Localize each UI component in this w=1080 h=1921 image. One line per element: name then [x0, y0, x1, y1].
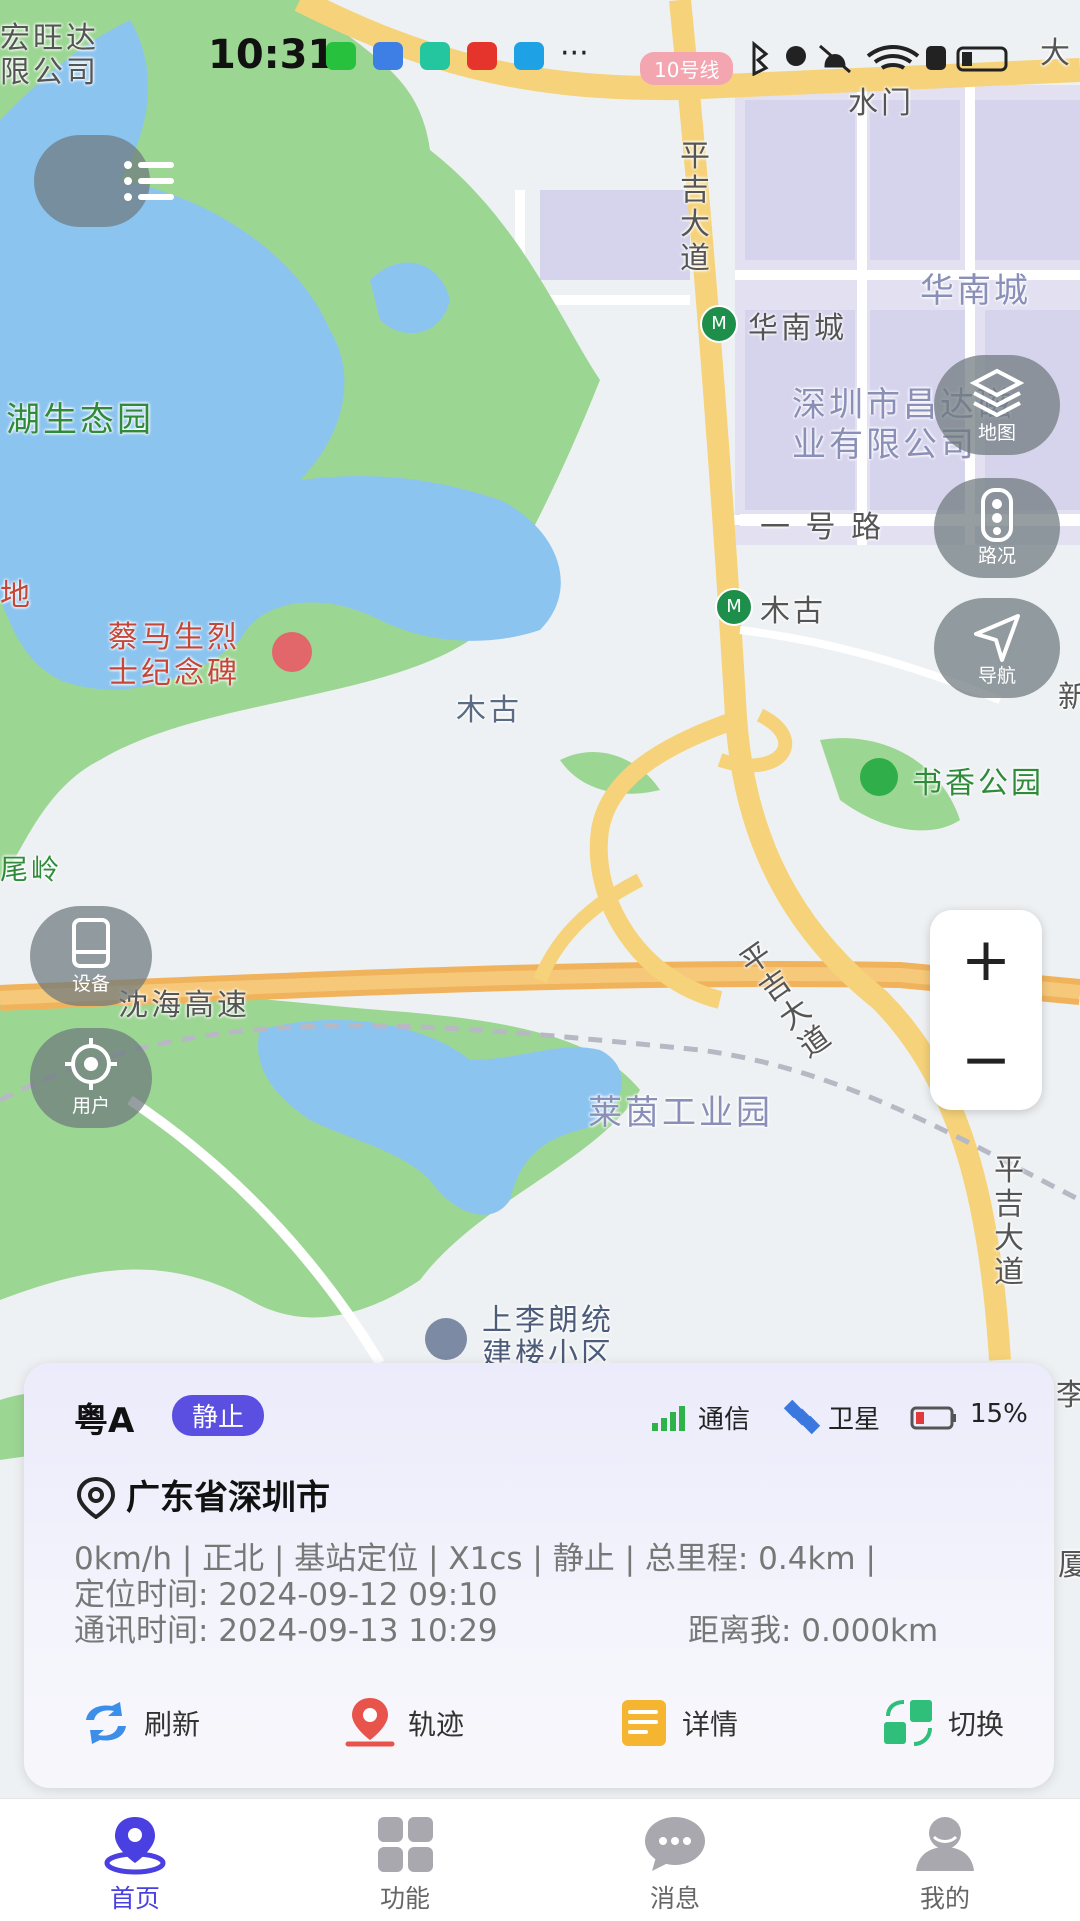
memorial-icon[interactable] — [272, 632, 312, 672]
details-button[interactable]: 详情 — [616, 1695, 738, 1751]
app-icon — [467, 42, 497, 70]
zoom-out-button[interactable]: − — [930, 1010, 1042, 1110]
more-icon: ··· — [560, 36, 589, 71]
metro-line-tag: 10号线 — [640, 52, 734, 85]
map-label-huanan-city-station: 华南城 — [748, 311, 847, 346]
map-label-edge: 新 — [1058, 680, 1080, 715]
map-label-left-edge: 地 — [0, 578, 33, 613]
bluetooth-icon — [752, 40, 769, 76]
map-label-laiyin-park: 莱茵工业园 — [588, 1093, 773, 1133]
list-icon — [124, 161, 174, 201]
map-label-eco-park: 湖生态园 — [6, 400, 154, 440]
park-icon[interactable] — [860, 758, 898, 796]
tab-mine-label: 我的 — [919, 1884, 970, 1913]
satellite-icon — [783, 1399, 821, 1435]
signal-label: 通信 — [698, 1405, 751, 1435]
residential-icon[interactable] — [425, 1318, 467, 1360]
map-label-edge: 厦 — [1058, 1548, 1080, 1583]
vehicle-info-card: 粤A 静止 通信 卫星 15% 广东省深圳市 0km/h | 正北 | 基站定位… — [24, 1363, 1054, 1788]
track-label: 轨迹 — [408, 1708, 465, 1741]
signal-bars-icon — [652, 1406, 685, 1431]
map-label-road-pingji-3: 平吉大道 — [994, 1153, 1024, 1290]
map-label-mugu-station: 木古 — [760, 594, 826, 629]
map-label-huanan-city-area: 华南城 — [920, 271, 1031, 311]
details-label: 详情 — [682, 1708, 739, 1741]
menu-button[interactable] — [34, 135, 174, 227]
track-pin-icon — [345, 1698, 395, 1747]
tab-functions[interactable]: 功能 — [270, 1799, 540, 1921]
communication-time: 通讯时间: 2024-09-13 10:29 — [74, 1613, 498, 1649]
document-icon — [622, 1700, 666, 1746]
traffic-button[interactable]: 路况 — [934, 478, 1060, 578]
browser-icon — [514, 42, 544, 70]
status-badge: 静止 — [172, 1395, 265, 1436]
zoom-in-button[interactable]: + — [930, 910, 1042, 1010]
map-layers-button[interactable]: 地图 — [934, 355, 1060, 455]
device-icon — [72, 918, 110, 968]
map-label-road-yihao: 一 号 路 — [760, 510, 885, 545]
switch-icon — [884, 1700, 932, 1746]
navigation-button[interactable]: 导航 — [934, 598, 1060, 698]
metro-station-icon: M — [700, 305, 738, 343]
zoom-control: + − — [930, 910, 1042, 1110]
wifi-icon — [866, 45, 920, 70]
tab-functions-label: 功能 — [379, 1884, 430, 1913]
map-label-shuxiang-park: 书香公园 — [912, 766, 1044, 801]
map-label-residential: 上李朗统 建楼小区 — [482, 1303, 614, 1372]
tab-messages[interactable]: 消息 — [540, 1799, 810, 1921]
map-label-mugu-area: 木古 — [456, 693, 522, 728]
metro-station-icon: M — [715, 588, 753, 626]
vehicle-plate: 粤A — [74, 1401, 135, 1441]
alert-icon — [926, 46, 946, 70]
navigation-label: 导航 — [977, 665, 1016, 687]
device-label: 设备 — [71, 973, 110, 995]
location-icon — [786, 46, 806, 66]
crosshair-icon — [65, 1038, 117, 1090]
vehicle-address: 广东省深圳市 — [126, 1478, 330, 1518]
battery-percent: 15% — [970, 1399, 1028, 1429]
switch-label: 切换 — [948, 1708, 1005, 1741]
status-bar: 10:31 ··· 10号线 — [0, 0, 1080, 110]
tab-home[interactable]: 首页 — [0, 1799, 270, 1921]
traffic-label: 路况 — [977, 545, 1016, 567]
battery-icon — [910, 1406, 956, 1430]
home-location-icon — [104, 1817, 166, 1875]
map-label-road-pingji: 平吉大道 — [680, 139, 710, 276]
usb-icon — [373, 42, 403, 70]
refresh-icon — [86, 1702, 126, 1744]
shield-icon — [420, 42, 450, 70]
location-pin-icon — [76, 1476, 116, 1519]
tab-messages-label: 消息 — [649, 1884, 700, 1913]
satellite-label: 卫星 — [828, 1405, 881, 1435]
user-profile-icon — [916, 1817, 974, 1871]
tab-mine[interactable]: 我的 — [810, 1799, 1080, 1921]
distance-to-me: 距离我: 0.000km — [688, 1613, 939, 1649]
user-label: 用户 — [71, 1095, 110, 1117]
map-label-edge: 李 — [1056, 1378, 1080, 1413]
user-location-button[interactable]: 用户 — [30, 1028, 152, 1128]
track-button[interactable]: 轨迹 — [342, 1695, 464, 1751]
map-label-memorial: 蔡马生烈 士纪念碑 — [108, 620, 240, 691]
status-time: 10:31 — [208, 32, 336, 78]
refresh-button[interactable]: 刷新 — [78, 1695, 200, 1751]
refresh-label: 刷新 — [144, 1708, 201, 1741]
grid-icon — [378, 1817, 433, 1872]
switch-button[interactable]: 切换 — [880, 1695, 1004, 1751]
tab-home-label: 首页 — [109, 1884, 160, 1913]
map-layers-label: 地图 — [977, 422, 1016, 444]
bottom-tab-bar: 首页 功能 消息 我的 — [0, 1798, 1080, 1921]
map-label-weiling: 尾岭 — [0, 853, 63, 886]
chat-icon — [645, 1817, 705, 1871]
mute-icon — [819, 44, 851, 74]
app-icon — [326, 42, 356, 70]
device-button[interactable]: 设备 — [30, 906, 152, 1006]
status-icons — [752, 40, 1008, 76]
